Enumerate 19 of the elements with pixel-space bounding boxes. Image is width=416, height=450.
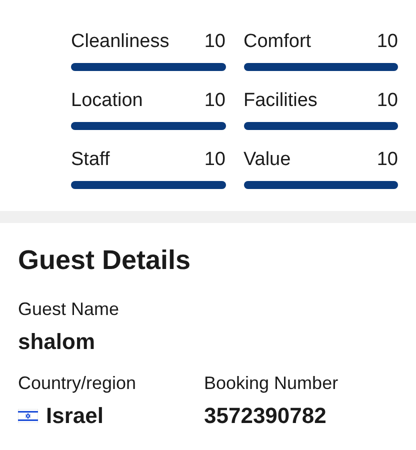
rating-label: Facilities — [244, 89, 318, 113]
rating-label: Cleanliness — [71, 30, 170, 54]
field-label: Booking Number — [204, 372, 340, 395]
rating-score: 10 — [204, 89, 226, 113]
rating-label: Value — [244, 148, 291, 172]
rating-score: 10 — [204, 30, 226, 54]
rating-label: Comfort — [244, 30, 312, 54]
rating-label: Location — [71, 89, 143, 113]
rating-score: 10 — [376, 30, 398, 54]
rating-score: 10 — [376, 89, 398, 113]
rating-score: 10 — [204, 148, 226, 172]
field-value: Israel — [46, 403, 104, 429]
field-label: Guest Name — [18, 298, 120, 321]
field-label: Country/region — [18, 372, 138, 395]
rating-label: Staff — [71, 148, 110, 172]
section-title: Guest Details — [18, 244, 192, 277]
rating-score: 10 — [376, 148, 398, 172]
field-value: shalom — [18, 329, 96, 355]
field-value: 3572390782 — [204, 403, 326, 429]
